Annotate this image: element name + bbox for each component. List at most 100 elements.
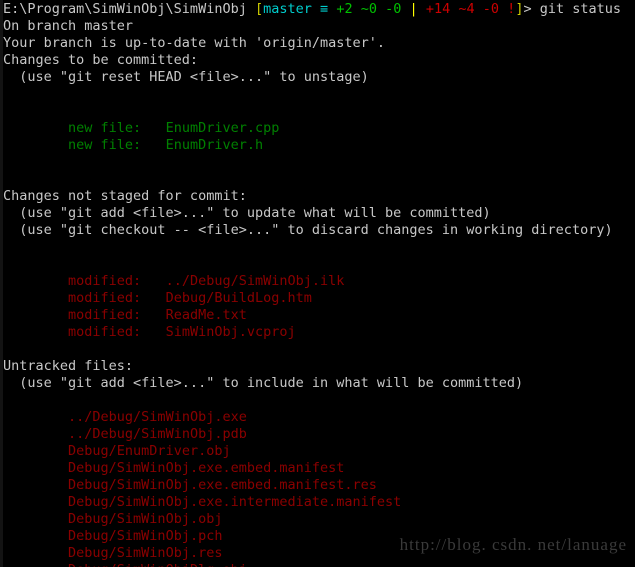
untracked-file-3: Debug/SimWinObj.exe.embed.manifest (3, 460, 635, 477)
untracked-file-4: Debug/SimWinObj.exe.embed.manifest.res (3, 477, 635, 494)
untracked-section-header: Untracked files: (3, 358, 134, 374)
unstaged-entry-3: modified: SimWinObj.vcproj (3, 324, 635, 341)
prompt-branch-name: master (263, 1, 312, 17)
unstaged-gap-1 (141, 290, 165, 306)
prompt-space-5 (377, 1, 385, 17)
untracked-indent-1 (3, 426, 68, 442)
untracked-indent-0 (3, 409, 68, 425)
unstaged-section-hint-0: (use "git add <file>..." to update what … (3, 205, 491, 221)
prompt-space-2 (312, 1, 320, 17)
untracked-indent-6 (3, 511, 68, 527)
prompt-working-modified: ~4 (458, 1, 475, 17)
untracked-indent-7 (3, 528, 68, 544)
untracked-path-3: Debug/SimWinObj.exe.embed.manifest (68, 460, 345, 476)
unstaged-status-0: modified: (68, 273, 142, 289)
untracked-file-0: ../Debug/SimWinObj.exe (3, 409, 635, 426)
unstaged-gap-0 (141, 273, 165, 289)
unstaged-path-3: SimWinObj.vcproj (165, 324, 296, 340)
unstaged-gap-2 (141, 307, 165, 323)
untracked-path-5: Debug/SimWinObj.exe.intermediate.manifes… (68, 494, 402, 510)
untracked-path-9: Debug/SimWinObjDlg.obj (68, 562, 247, 567)
prompt-space-1 (247, 1, 255, 17)
staged-path-0: EnumDriver.cpp (165, 120, 280, 136)
unstaged-indent-0 (3, 273, 68, 289)
unstaged-entry-2: modified: ReadMe.txt (3, 307, 635, 324)
staged-section-header: Changes to be committed: (3, 52, 199, 68)
prompt-index-added: +2 (336, 1, 353, 17)
untracked-indent-9 (3, 562, 68, 567)
staged-section-hint: (use "git reset HEAD <file>..." to unsta… (3, 69, 369, 85)
watermark-text: http://blog. csdn. net/lanuage (399, 535, 627, 554)
prompt-working-deleted: -0 (482, 1, 500, 17)
untracked-path-2: Debug/EnumDriver.obj (68, 443, 231, 459)
untracked-path-4: Debug/SimWinObj.exe.embed.manifest.res (68, 477, 377, 493)
untracked-section-hint: (use "git add <file>..." to include in w… (3, 375, 524, 391)
prompt-command: git status (539, 1, 622, 17)
prompt-caret-icon: > (523, 1, 532, 17)
untracked-file-2: Debug/EnumDriver.obj (3, 443, 635, 460)
untracked-file-5: Debug/SimWinObj.exe.intermediate.manifes… (3, 494, 635, 511)
unstaged-entry-1: modified: Debug/BuildLog.htm (3, 290, 635, 307)
unstaged-section-header: Changes not staged for commit: (3, 188, 247, 204)
unstaged-gap-3 (141, 324, 165, 340)
staged-entry-1: new file: EnumDriver.h (3, 137, 635, 154)
unstaged-status-3: modified: (68, 324, 142, 340)
unstaged-indent-2 (3, 307, 68, 323)
untracked-indent-8 (3, 545, 68, 561)
prompt-path: E:\Program\SimWinObj\SimWinObj (3, 1, 247, 17)
prompt-separator: | (409, 1, 418, 17)
unstaged-status-2: modified: (68, 307, 142, 323)
unstaged-path-0: ../Debug/SimWinObj.ilk (165, 273, 345, 289)
prompt-index-deleted: -0 (385, 1, 402, 17)
prompt-space-9 (475, 1, 483, 17)
untracked-indent-5 (3, 494, 68, 510)
prompt-space-4 (353, 1, 361, 17)
prompt-space-7 (418, 1, 426, 17)
prompt-working-added: +14 (425, 1, 451, 17)
terminal-window[interactable]: E:\Program\SimWinObj\SimWinObj [master ≡… (0, 0, 635, 567)
unstaged-indent-1 (3, 290, 68, 306)
untracked-path-7: Debug/SimWinObj.pch (68, 528, 223, 544)
unstaged-status-1: modified: (68, 290, 142, 306)
prompt-index-modified: ~0 (360, 1, 377, 17)
untracked-path-1: ../Debug/SimWinObj.pdb (68, 426, 247, 442)
untracked-indent-3 (3, 460, 68, 476)
unstaged-indent-3 (3, 324, 68, 340)
unstaged-section-hint-1: (use "git checkout -- <file>..." to disc… (3, 222, 613, 238)
untracked-path-0: ../Debug/SimWinObj.exe (68, 409, 247, 425)
untracked-file-1: ../Debug/SimWinObj.pdb (3, 426, 635, 443)
staged-entry-0: new file: EnumDriver.cpp (3, 120, 635, 137)
upstream-status-line: Your branch is up-to-date with 'origin/m… (3, 35, 386, 51)
prompt-sync-icon: ≡ (320, 1, 329, 17)
untracked-path-8: Debug/SimWinObj.res (68, 545, 223, 561)
branch-status-line: On branch master (3, 18, 134, 34)
staged-gap-0 (141, 120, 165, 136)
staged-path-1: EnumDriver.h (165, 137, 264, 153)
staged-indent-1 (3, 137, 68, 153)
prompt-space-10 (499, 1, 507, 17)
prompt-line: E:\Program\SimWinObj\SimWinObj [master ≡… (3, 1, 635, 18)
unstaged-path-2: ReadMe.txt (165, 307, 247, 323)
untracked-path-6: Debug/SimWinObj.obj (68, 511, 223, 527)
terminal-left-edge (0, 0, 3, 567)
prompt-space-6 (401, 1, 409, 17)
staged-status-1: new file: (68, 137, 142, 153)
untracked-indent-4 (3, 477, 68, 493)
untracked-file-9: Debug/SimWinObjDlg.obj (3, 562, 635, 567)
staged-status-0: new file: (68, 120, 142, 136)
prompt-space-11 (532, 1, 540, 17)
staged-indent-0 (3, 120, 68, 136)
staged-gap-1 (141, 137, 165, 153)
unstaged-path-1: Debug/BuildLog.htm (165, 290, 312, 306)
untracked-file-6: Debug/SimWinObj.obj (3, 511, 635, 528)
untracked-indent-2 (3, 443, 68, 459)
prompt-bracket-open: [ (254, 1, 264, 17)
